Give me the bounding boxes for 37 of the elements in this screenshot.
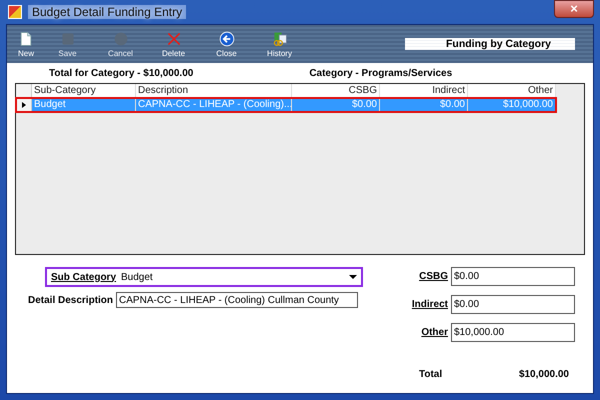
- description-field[interactable]: CAPNA-CC - LIHEAP - (Cooling) Cullman County: [116, 292, 358, 308]
- column-header[interactable]: Other: [468, 84, 556, 97]
- amount-field[interactable]: $0.00: [451, 295, 575, 314]
- app-icon: [8, 5, 22, 19]
- table-cell: Budget: [32, 98, 136, 112]
- table-cell: CAPNA-CC - LIHEAP - (Cooling)...: [136, 98, 292, 112]
- circle-icon: [112, 30, 128, 46]
- amount-field[interactable]: $0.00: [451, 267, 575, 286]
- toolbar-button[interactable]: Close: [200, 26, 253, 62]
- toolbar-button[interactable]: Delete: [147, 26, 200, 62]
- table-cell: $0.00: [292, 98, 380, 112]
- cross-icon: [166, 30, 182, 46]
- table-cell: $10,000.00: [468, 98, 556, 112]
- toolbar-button[interactable]: New: [11, 26, 41, 62]
- document-icon: [18, 30, 34, 46]
- toolbar-button[interactable]: History: [253, 26, 306, 62]
- field-label: Indirect: [412, 299, 448, 310]
- field-label: Sub Category: [51, 272, 116, 282]
- column-header[interactable]: Indirect: [380, 84, 468, 97]
- panel-title: Funding by Category: [405, 38, 575, 50]
- column-header[interactable]: Description: [136, 84, 292, 97]
- caret-icon: [349, 275, 357, 279]
- row-pointer-icon: [22, 102, 26, 108]
- column-header[interactable]: Sub-Category: [32, 84, 136, 97]
- field-label: Detail Description: [28, 294, 114, 306]
- total-value: $10,000.00: [518, 369, 569, 380]
- window-title: Budget Detail Funding Entry: [28, 5, 186, 19]
- field-label: CSBG: [419, 271, 448, 282]
- history-icon: [272, 30, 288, 46]
- square-icon: [60, 30, 76, 46]
- field-label: Other: [421, 327, 448, 338]
- amount-field[interactable]: $10,000.00: [451, 323, 575, 342]
- total-label: Total for Category - $10,000.00: [49, 68, 194, 78]
- column-header[interactable]: CSBG: [292, 84, 380, 97]
- category-label: Category - Programs/Services: [309, 68, 452, 78]
- table-cell: $0.00: [380, 98, 468, 112]
- total-label: Total: [419, 369, 442, 380]
